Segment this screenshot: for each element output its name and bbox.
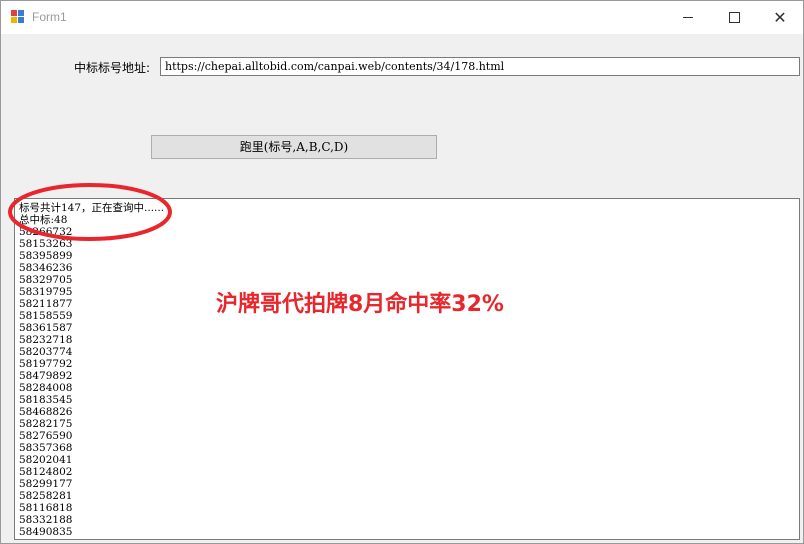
output-line: 58258281 <box>19 490 73 502</box>
output-lines: 标号共计147，正在查询中...... 总中标:48 58266732 5815326… <box>19 202 165 539</box>
output-line: 58490835 <box>19 526 73 538</box>
minimize-button[interactable] <box>665 1 711 34</box>
output-line: 58284008 <box>19 382 73 394</box>
main-window: Form1 ✕ 中标标号地址: https://chepai.alltobid.… <box>0 0 804 544</box>
output-line: 58211877 <box>19 298 73 310</box>
output-line: 58203774 <box>19 346 73 358</box>
form-app-icon <box>11 10 25 24</box>
output-line: 58266732 <box>19 226 73 238</box>
url-label: 中标标号地址: <box>74 61 151 75</box>
output-textbox[interactable]: 标号共计147，正在查询中...... 总中标:48 58266732 5815326… <box>14 198 800 540</box>
title-bar[interactable]: Form1 ✕ <box>1 1 803 34</box>
minimize-icon <box>683 17 693 18</box>
output-line: 58158559 <box>19 310 73 322</box>
output-line: 58202041 <box>19 454 73 466</box>
output-line: 58153263 <box>19 238 73 250</box>
output-line: 58329705 <box>19 274 73 286</box>
output-line: 58346236 <box>19 262 73 274</box>
output-line: 58276590 <box>19 430 73 442</box>
output-line: 58468826 <box>19 406 73 418</box>
url-input[interactable]: https://chepai.alltobid.com/canpai.web/c… <box>160 57 800 76</box>
output-line: 58183545 <box>19 394 73 406</box>
close-button[interactable]: ✕ <box>757 1 803 34</box>
output-line: 58124802 <box>19 466 73 478</box>
output-line: 58361587 <box>19 322 73 334</box>
close-icon: ✕ <box>773 7 787 27</box>
output-line: 总中标:48 <box>19 214 68 226</box>
annotation-text: 沪牌哥代拍牌8月命中率32% <box>216 292 504 317</box>
output-line: 标号共计147，正在查询中...... <box>19 202 165 214</box>
output-line: 58197792 <box>19 358 73 370</box>
maximize-button[interactable] <box>711 1 757 34</box>
output-line: 58294566 <box>19 538 164 539</box>
output-line: 58479892 <box>19 370 73 382</box>
output-line: 58116818 <box>19 502 73 514</box>
output-line: 58395899 <box>19 250 73 262</box>
output-line: 58319795 <box>19 286 73 298</box>
output-line: 58232718 <box>19 334 73 346</box>
output-line: 58357368 <box>19 442 73 454</box>
maximize-icon <box>728 12 740 23</box>
output-line: 58332188 <box>19 514 73 526</box>
output-line: 58299177 <box>19 478 73 490</box>
window-title: Form1 <box>32 10 67 24</box>
run-button[interactable]: 跑里(标号,A,B,C,D) <box>151 135 437 159</box>
output-line: 58282175 <box>19 418 73 430</box>
